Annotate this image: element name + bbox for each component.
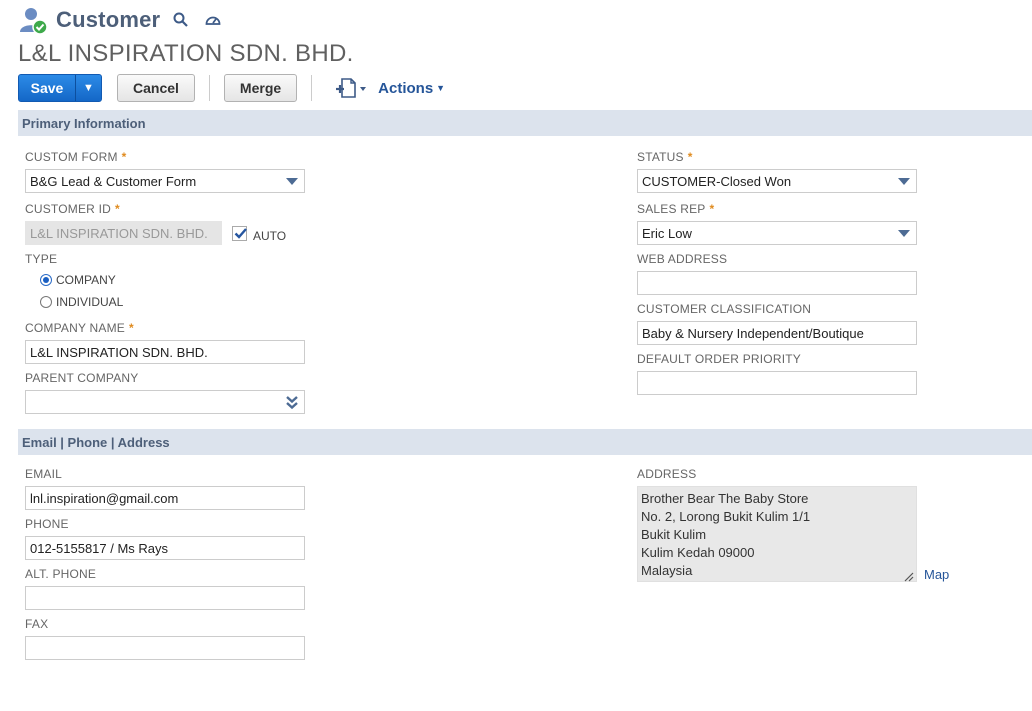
field-label: PHONE bbox=[25, 517, 69, 531]
input-value: L&L INSPIRATION SDN. BHD. bbox=[30, 225, 208, 241]
field-label: ALT. PHONE bbox=[25, 567, 97, 581]
default-order-priority-field: DEFAULT ORDER PRIORITY bbox=[637, 352, 917, 395]
required-marker: * bbox=[687, 150, 693, 164]
email-field: EMAIL lnl.inspiration@gmail.com bbox=[25, 467, 305, 510]
section-header-primary[interactable]: Primary Information bbox=[18, 110, 1032, 136]
field-label: FAX bbox=[25, 617, 49, 631]
fax-input[interactable] bbox=[25, 636, 305, 660]
status-select[interactable]: CUSTOMER-Closed Won bbox=[637, 169, 917, 193]
sales-rep-select[interactable]: Eric Low bbox=[637, 221, 917, 245]
alt-phone-field: ALT. PHONE bbox=[25, 567, 305, 610]
toolbar-divider bbox=[311, 75, 313, 101]
parent-company-select[interactable] bbox=[25, 390, 305, 414]
radio-button[interactable] bbox=[40, 296, 52, 308]
page-header: Customer bbox=[18, 4, 222, 36]
search-icon[interactable] bbox=[172, 11, 190, 29]
save-button[interactable]: Save bbox=[19, 75, 75, 101]
type-option-company[interactable]: COMPANY bbox=[40, 270, 123, 290]
web-address-field: WEB ADDRESS bbox=[637, 252, 917, 295]
page-title: Customer bbox=[56, 7, 161, 32]
custom-form-select[interactable]: B&G Lead & Customer Form bbox=[25, 169, 305, 193]
radio-label: INDIVIDUAL bbox=[56, 295, 124, 309]
email-input[interactable]: lnl.inspiration@gmail.com bbox=[25, 486, 305, 510]
field-label: COMPANY NAME bbox=[25, 321, 125, 335]
address-line: No. 2, Lorong Bukit Kulim 1/1 bbox=[641, 509, 811, 524]
custom-form-field: CUSTOM FORM * B&G Lead & Customer Form bbox=[25, 150, 305, 193]
chevron-down-icon: ▼ bbox=[436, 83, 446, 93]
customer-classification-field: CUSTOMER CLASSIFICATION Baby & Nursery I… bbox=[637, 302, 917, 345]
new-document-icon[interactable] bbox=[334, 77, 368, 99]
address-textarea[interactable]: Brother Bear The Baby Store No. 2, Loron… bbox=[637, 486, 917, 582]
section-header-contact[interactable]: Email | Phone | Address bbox=[18, 429, 1032, 455]
parent-company-field: PARENT COMPANY bbox=[25, 371, 305, 414]
merge-button[interactable]: Merge bbox=[223, 74, 298, 102]
company-name-input[interactable]: L&L INSPIRATION SDN. BHD. bbox=[25, 340, 305, 364]
dropdown-arrow-icon bbox=[898, 230, 910, 237]
radio-label: COMPANY bbox=[56, 273, 116, 287]
field-label: PARENT COMPANY bbox=[25, 371, 139, 385]
status-field: STATUS * CUSTOMER-Closed Won bbox=[637, 150, 917, 193]
field-label: TYPE bbox=[25, 252, 58, 266]
web-address-input[interactable] bbox=[637, 271, 917, 295]
auto-checkbox-wrap: AUTO bbox=[232, 223, 286, 243]
required-marker: * bbox=[128, 321, 134, 335]
dropdown-arrow-icon bbox=[898, 178, 910, 185]
select-value: CUSTOMER-Closed Won bbox=[642, 173, 792, 189]
double-chevron-down-icon[interactable] bbox=[285, 394, 299, 410]
toolbar: Save ▼ Cancel Merge Actions ▼ bbox=[18, 74, 445, 102]
toolbar-divider bbox=[208, 75, 210, 101]
cancel-button[interactable]: Cancel bbox=[117, 74, 195, 102]
input-value: Baby & Nursery Independent/Boutique bbox=[642, 325, 864, 341]
type-option-individual[interactable]: INDIVIDUAL bbox=[40, 292, 123, 312]
dashboard-icon[interactable] bbox=[204, 11, 222, 29]
fax-field: FAX bbox=[25, 617, 305, 660]
alt-phone-input[interactable] bbox=[25, 586, 305, 610]
default-order-priority-input[interactable] bbox=[637, 371, 917, 395]
record-name: L&L INSPIRATION SDN. BHD. bbox=[18, 40, 354, 67]
save-button-group: Save ▼ bbox=[18, 74, 102, 102]
company-name-field: COMPANY NAME * L&L INSPIRATION SDN. BHD. bbox=[25, 321, 305, 364]
required-marker: * bbox=[121, 150, 127, 164]
resize-handle-icon[interactable] bbox=[904, 569, 914, 582]
customer-classification-input[interactable]: Baby & Nursery Independent/Boutique bbox=[637, 321, 917, 345]
address-line: Brother Bear The Baby Store bbox=[641, 491, 809, 506]
radio-button[interactable] bbox=[40, 274, 52, 286]
field-label: EMAIL bbox=[25, 467, 63, 481]
required-marker: * bbox=[114, 202, 120, 216]
save-menu-button[interactable]: ▼ bbox=[75, 75, 101, 101]
customer-check-icon bbox=[18, 5, 48, 35]
field-label: CUSTOMER CLASSIFICATION bbox=[637, 302, 812, 316]
field-label: SALES REP bbox=[637, 202, 706, 216]
phone-field: PHONE 012-5155817 / Ms Rays bbox=[25, 517, 305, 560]
required-marker: * bbox=[709, 202, 715, 216]
address-line: Malaysia bbox=[641, 563, 693, 578]
customer-id-input[interactable]: L&L INSPIRATION SDN. BHD. bbox=[25, 221, 222, 245]
select-value: Eric Low bbox=[642, 225, 692, 241]
field-label: CUSTOM FORM bbox=[25, 150, 118, 164]
phone-input[interactable]: 012-5155817 / Ms Rays bbox=[25, 536, 305, 560]
sales-rep-field: SALES REP * Eric Low bbox=[637, 202, 917, 245]
field-label: DEFAULT ORDER PRIORITY bbox=[637, 352, 801, 366]
dropdown-arrow-icon bbox=[286, 178, 298, 185]
input-value: lnl.inspiration@gmail.com bbox=[30, 490, 179, 506]
actions-menu[interactable]: Actions ▼ bbox=[378, 80, 445, 97]
field-label: ADDRESS bbox=[637, 467, 697, 481]
auto-label: AUTO bbox=[253, 229, 287, 243]
auto-checkbox[interactable] bbox=[232, 225, 247, 241]
field-label: STATUS bbox=[637, 150, 684, 164]
address-field: ADDRESS Brother Bear The Baby Store No. … bbox=[637, 467, 917, 582]
address-line: Bukit Kulim bbox=[641, 527, 707, 542]
select-value: B&G Lead & Customer Form bbox=[30, 173, 197, 189]
input-value: 012-5155817 / Ms Rays bbox=[30, 540, 169, 556]
field-label: CUSTOMER ID bbox=[25, 202, 111, 216]
field-label: WEB ADDRESS bbox=[637, 252, 728, 266]
actions-label: Actions bbox=[378, 79, 434, 97]
input-value: L&L INSPIRATION SDN. BHD. bbox=[30, 344, 208, 360]
type-field: TYPE COMPANY INDIVIDUAL bbox=[25, 252, 123, 312]
customer-id-field: CUSTOMER ID * L&L INSPIRATION SDN. BHD. bbox=[25, 202, 222, 245]
map-link[interactable]: Map bbox=[924, 567, 949, 582]
address-line: Kulim Kedah 09000 bbox=[641, 545, 755, 560]
